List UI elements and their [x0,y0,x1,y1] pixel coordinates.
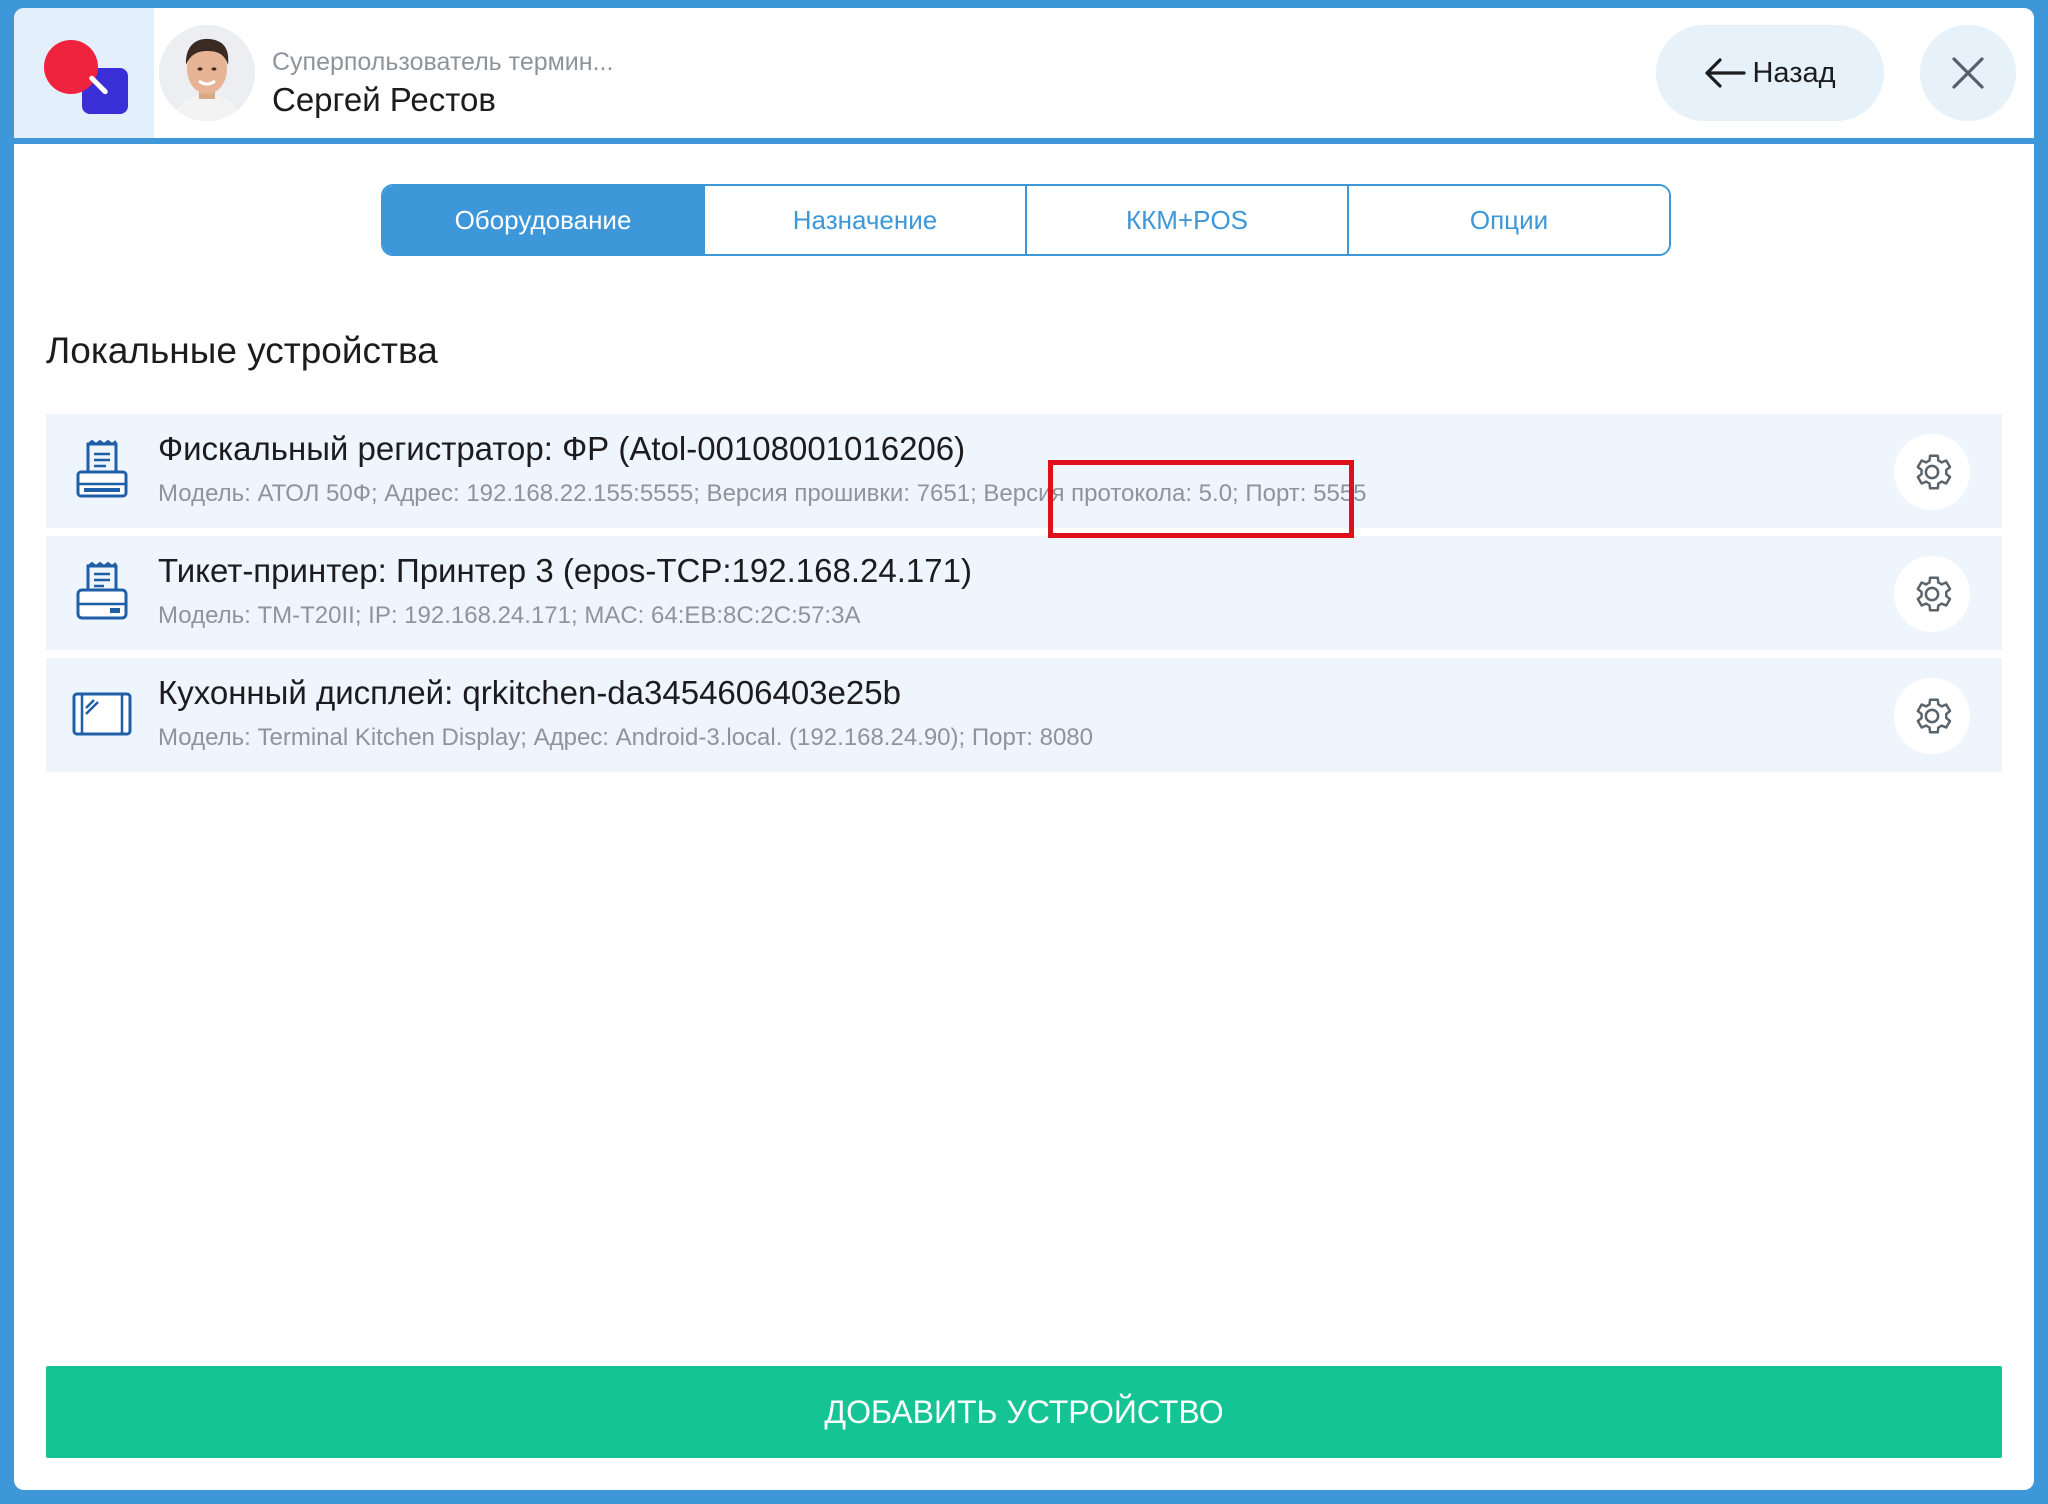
tab-assignment[interactable]: Назначение [703,186,1025,254]
settings-button[interactable] [1894,434,1970,510]
ticket-printer-icon [76,561,128,620]
tab-options[interactable]: Опции [1347,186,1669,254]
gear-icon [1916,576,1952,612]
close-icon [1952,57,1984,89]
gear-icon [1916,698,1952,734]
avatar[interactable] [159,25,255,121]
kitchen-display-icon [72,692,132,736]
logo-dot [44,40,98,94]
tab-bar: Оборудование Назначение ККМ+POS Опции [381,184,1671,256]
header-bar: Суперпользователь термин... Сергей Ресто… [14,8,2034,138]
add-device-button[interactable]: ДОБАВИТЬ УСТРОЙСТВО [46,1366,2002,1458]
app-window: Суперпользователь термин... Сергей Ресто… [0,0,2048,1504]
device-title: Тикет-принтер: Принтер 3 (epos-TCP:192.1… [158,552,972,589]
device-details: Модель: TM-T20II; IP: 192.168.24.171; MA… [158,602,861,629]
device-row-fiscal-register[interactable]: Фискальный регистратор: ФР (Atol-0010800… [46,414,2002,528]
back-button[interactable]: Назад [1656,25,1884,121]
tab-kkm-pos[interactable]: ККМ+POS [1025,186,1347,254]
section-title: Локальные устройства [46,330,438,371]
device-details: Модель: АТОЛ 50Ф; Адрес: 192.168.22.155:… [158,480,1367,507]
main-panel: Оборудование Назначение ККМ+POS Опции Ло… [14,144,2034,1490]
device-details: Модель: Terminal Kitchen Display; Адрес:… [158,724,1093,751]
user-name: Сергей Рестов [272,81,496,118]
device-row-kitchen-display[interactable]: Кухонный дисплей: qrkitchen-da3454606403… [46,658,2002,772]
device-title: Кухонный дисплей: qrkitchen-da3454606403… [158,674,901,711]
device-row-ticket-printer[interactable]: Тикет-принтер: Принтер 3 (epos-TCP:192.1… [46,536,2002,650]
close-button[interactable] [1920,25,2016,121]
tab-equipment[interactable]: Оборудование [383,186,703,254]
user-role: Суперпользователь термин... [272,48,614,76]
app-logo [14,8,154,138]
arrow-left-icon [1705,58,1747,88]
back-button-label: Назад [1752,56,1836,89]
gear-icon [1916,454,1952,490]
device-title: Фискальный регистратор: ФР (Atol-0010800… [158,430,966,467]
settings-button[interactable] [1894,556,1970,632]
avatar-photo-icon [159,25,255,121]
fiscal-register-icon [76,439,128,498]
settings-button[interactable] [1894,678,1970,754]
